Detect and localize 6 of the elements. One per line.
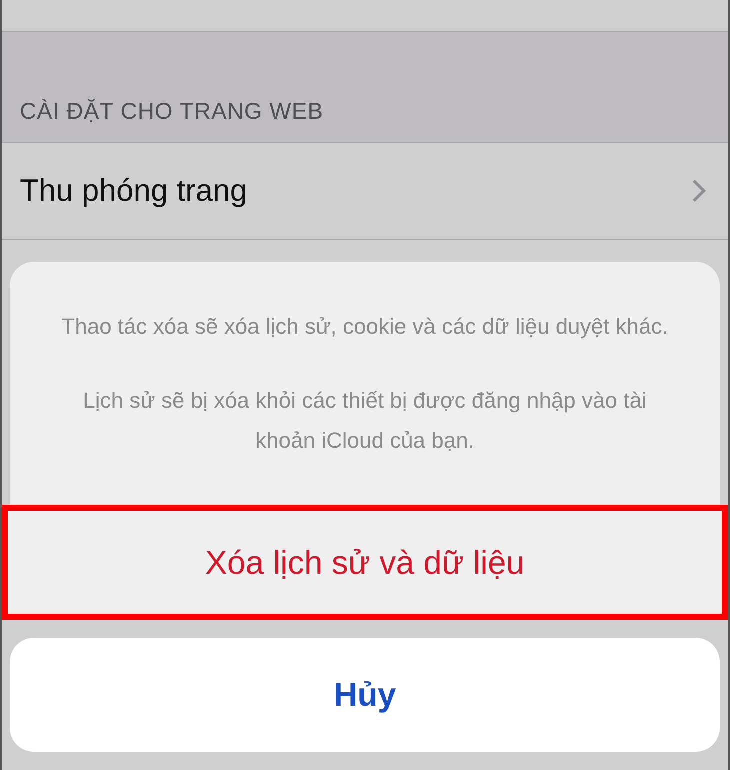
sheet-message: Thao tác xóa sẽ xóa lịch sử, cookie và các dữ liệu duyệt khác. (62, 312, 668, 341)
cancel-button[interactable]: Hủy (10, 638, 720, 752)
section-header: CÀI ĐẶT CHO TRANG WEB (20, 96, 324, 126)
sheet-message: Lịch sử sẽ bị xóa khỏi các thiết bị được đăng nhập vào tài khoản iCloud của bạn. (82, 386, 648, 454)
action-button[interactable]: Xóa lịch sử và dữ liệu (2, 505, 728, 620)
chevron-icon (692, 179, 706, 203)
